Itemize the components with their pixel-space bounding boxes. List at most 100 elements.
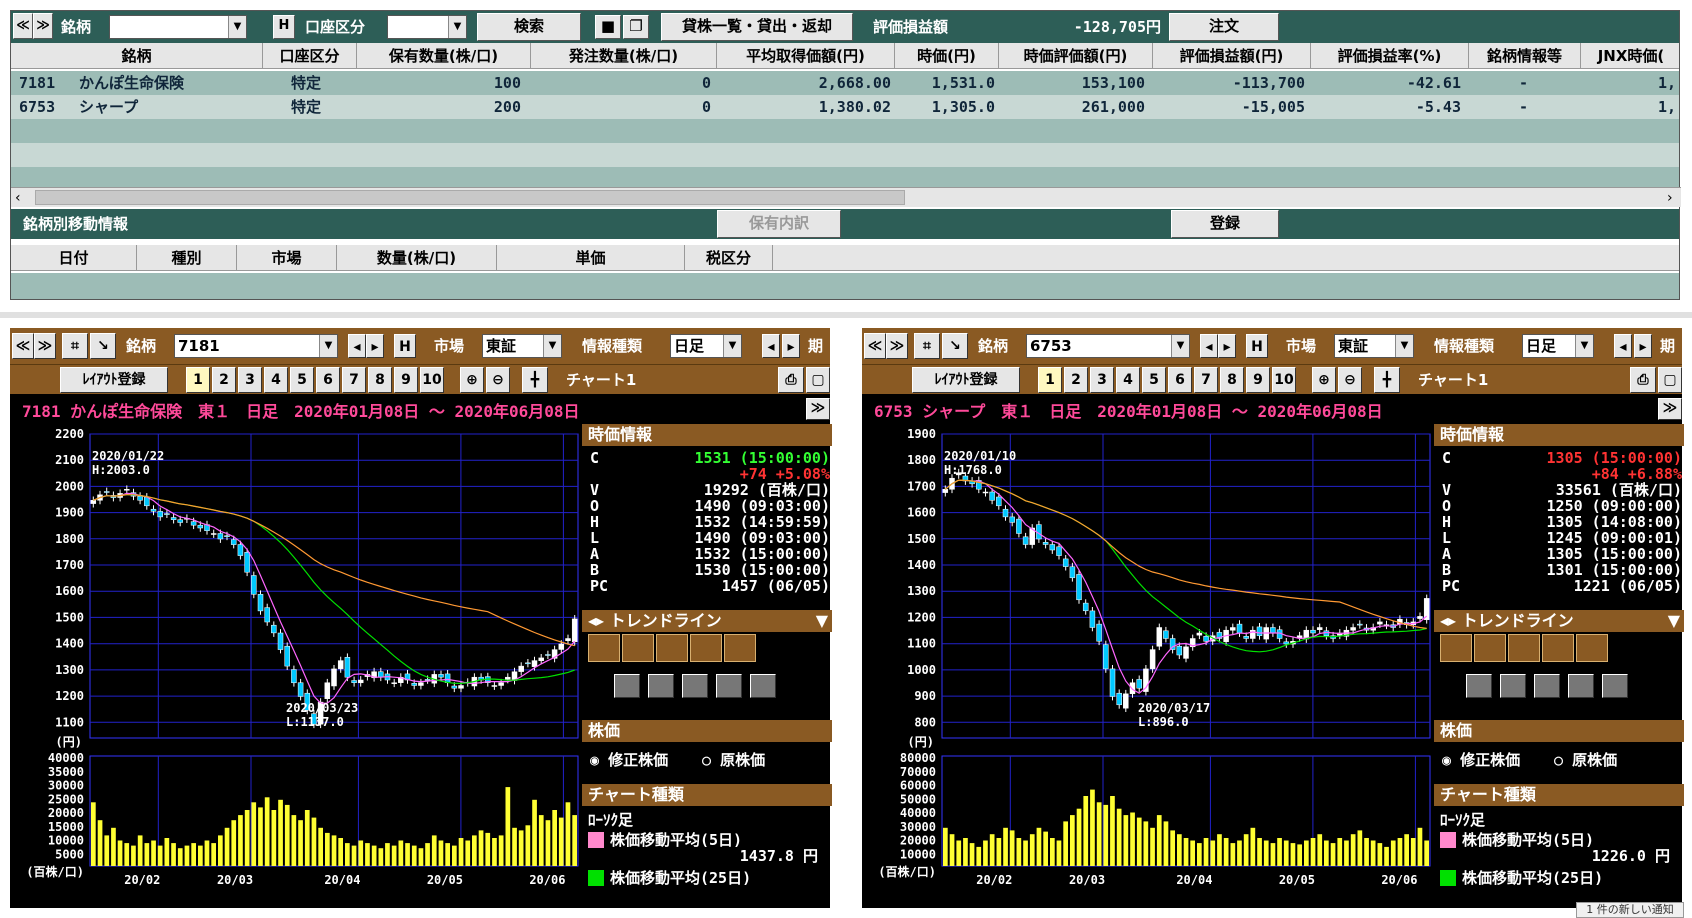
col-account[interactable]: 口座区分	[263, 43, 357, 69]
text-tool-icon[interactable]	[1542, 634, 1574, 662]
adjusted-price-radio[interactable]: ◉ 修正株価	[1442, 752, 1552, 768]
yen-unit-label: (円)	[56, 735, 82, 749]
adjusted-price-radio[interactable]: ◉ 修正株価	[590, 752, 700, 768]
price-chart-frame	[89, 433, 579, 739]
table-row[interactable]	[11, 167, 1679, 187]
candle-type-label[interactable]: ﾛｰｿｸ足	[588, 812, 788, 828]
col-qty[interactable]: 数量(株/口)	[337, 245, 497, 271]
ma25-swatch[interactable]	[1440, 870, 1456, 886]
candle-body	[1176, 645, 1183, 656]
select-tool-icon[interactable]	[614, 674, 640, 698]
draw-line-icon[interactable]	[588, 634, 620, 662]
col-stock[interactable]: 銘柄	[11, 43, 263, 69]
nav-right-button[interactable]: ≫	[33, 13, 53, 39]
volume-tick-label: 40000	[48, 751, 84, 765]
notification-toast[interactable]: 1 件の新しい通知	[1576, 902, 1684, 918]
movement-header: 日付 種別 市場 数量(株/口) 単価 税区分	[11, 245, 1679, 271]
scroll-left-icon[interactable]: ‹	[15, 188, 21, 208]
col-holding[interactable]: 保有数量(株/口)	[357, 43, 531, 69]
select-tool-icon[interactable]	[1466, 674, 1492, 698]
lending-button[interactable]: 貸株一覧・貸出・返却	[661, 13, 853, 41]
register-button[interactable]: 登録	[1171, 210, 1279, 238]
copy-icon[interactable]: ❐	[623, 15, 649, 39]
price-tick-label: 1700	[907, 479, 936, 493]
candle-type-label[interactable]: ﾛｰｿｸ足	[1440, 812, 1640, 828]
arrow-tool-icon[interactable]	[1576, 634, 1608, 662]
horizontal-scrollbar[interactable]: ‹ ›	[11, 187, 1681, 207]
copy-tool-icon[interactable]	[648, 674, 674, 698]
clear-tool-icon[interactable]	[750, 674, 776, 698]
ma25-swatch[interactable]	[588, 870, 604, 886]
table-row[interactable]	[11, 119, 1679, 143]
chevron-down-icon[interactable]: ▼	[816, 610, 828, 632]
col-tax[interactable]: 税区分	[685, 245, 773, 271]
chevron-down-icon[interactable]: ▼	[1668, 610, 1680, 632]
adjusted-price-label: 修正株価	[608, 751, 669, 769]
table-row[interactable]	[11, 143, 1679, 167]
col-price[interactable]: 時価(円)	[895, 43, 999, 69]
draw-line-icon[interactable]	[1440, 634, 1472, 662]
account-select[interactable]: ▼	[387, 15, 467, 39]
draw-parallel-icon[interactable]	[1474, 634, 1506, 662]
trend-nav[interactable]: ◂▸	[1440, 611, 1462, 630]
breakdown-button[interactable]: 保有内訳	[717, 210, 841, 238]
stock-select[interactable]: ▼	[109, 15, 247, 39]
volume-bar	[458, 838, 464, 866]
order-button[interactable]: 注文	[1169, 13, 1279, 41]
candle-body	[1156, 627, 1163, 647]
volume-bar	[298, 820, 303, 866]
volume-bar	[171, 843, 176, 866]
search-button[interactable]: 検索	[477, 13, 581, 41]
arrow-tool-icon[interactable]	[724, 634, 756, 662]
volume-unit-label: (百株/口)	[26, 864, 84, 879]
copy-tool-icon[interactable]	[1500, 674, 1526, 698]
table-row[interactable]: 7181 かんぽ生命保険 特定 100 0 2,668.00 1,531.0 1…	[11, 71, 1679, 95]
volume-bar	[111, 827, 116, 866]
candle-body	[1350, 627, 1356, 631]
col-market[interactable]: 市場	[237, 245, 337, 271]
raw-price-radio[interactable]: ○ 原株価	[1554, 752, 1664, 768]
scroll-right-icon[interactable]: ›	[1667, 188, 1673, 208]
nav-left-button[interactable]: ≪	[13, 13, 33, 39]
col-avg[interactable]: 平均取得価額(円)	[717, 43, 895, 69]
col-jnx[interactable]: JNX時価(	[1581, 43, 1681, 69]
candle-body	[1310, 629, 1316, 634]
fibonacci-icon[interactable]	[1508, 634, 1540, 662]
raw-price-radio[interactable]: ○ 原株価	[702, 752, 812, 768]
fibonacci-icon[interactable]	[656, 634, 688, 662]
trend-nav[interactable]: ◂▸	[588, 611, 610, 630]
col-date[interactable]: 日付	[11, 245, 137, 271]
scroll-thumb[interactable]	[35, 190, 905, 205]
chevron-down-icon[interactable]: ▼	[228, 16, 246, 38]
save-icon[interactable]: ■	[595, 15, 621, 39]
ma5-swatch[interactable]	[588, 832, 604, 848]
delete-tool-icon[interactable]	[716, 674, 742, 698]
col-value[interactable]: 時価評価額(円)	[999, 43, 1153, 69]
text-tool-icon[interactable]	[690, 634, 722, 662]
col-type[interactable]: 種別	[137, 245, 237, 271]
price-tick-label: 1100	[55, 715, 84, 729]
candle-body	[244, 552, 250, 573]
quote-value: +74 +5.08%	[739, 465, 830, 483]
h-button[interactable]: H	[273, 15, 295, 39]
price-tick-label: 1800	[55, 532, 84, 546]
volume-bar	[1410, 838, 1416, 866]
splitter-bar[interactable]	[0, 312, 1692, 318]
stock-label: 銘柄	[61, 18, 92, 36]
col-order[interactable]: 発注数量(株/口)	[531, 43, 717, 69]
col-pnl[interactable]: 評価損益額(円)	[1153, 43, 1311, 69]
paste-tool-icon[interactable]	[1534, 674, 1560, 698]
col-rate[interactable]: 評価損益率(%)	[1311, 43, 1469, 69]
table-row[interactable]	[11, 273, 1679, 299]
clear-tool-icon[interactable]	[1602, 674, 1628, 698]
delete-tool-icon[interactable]	[1568, 674, 1594, 698]
volume-bar	[238, 815, 243, 866]
draw-parallel-icon[interactable]	[622, 634, 654, 662]
col-unit[interactable]: 単価	[497, 245, 685, 271]
col-info[interactable]: 銘柄情報等	[1469, 43, 1581, 69]
paste-tool-icon[interactable]	[682, 674, 708, 698]
table-row[interactable]: 6753 シャープ 特定 200 0 1,380.02 1,305.0 261,…	[11, 95, 1679, 119]
ma5-swatch[interactable]	[1440, 832, 1456, 848]
chevron-down-icon[interactable]: ▼	[448, 16, 466, 38]
volume-tick-label: 20000	[900, 834, 936, 848]
